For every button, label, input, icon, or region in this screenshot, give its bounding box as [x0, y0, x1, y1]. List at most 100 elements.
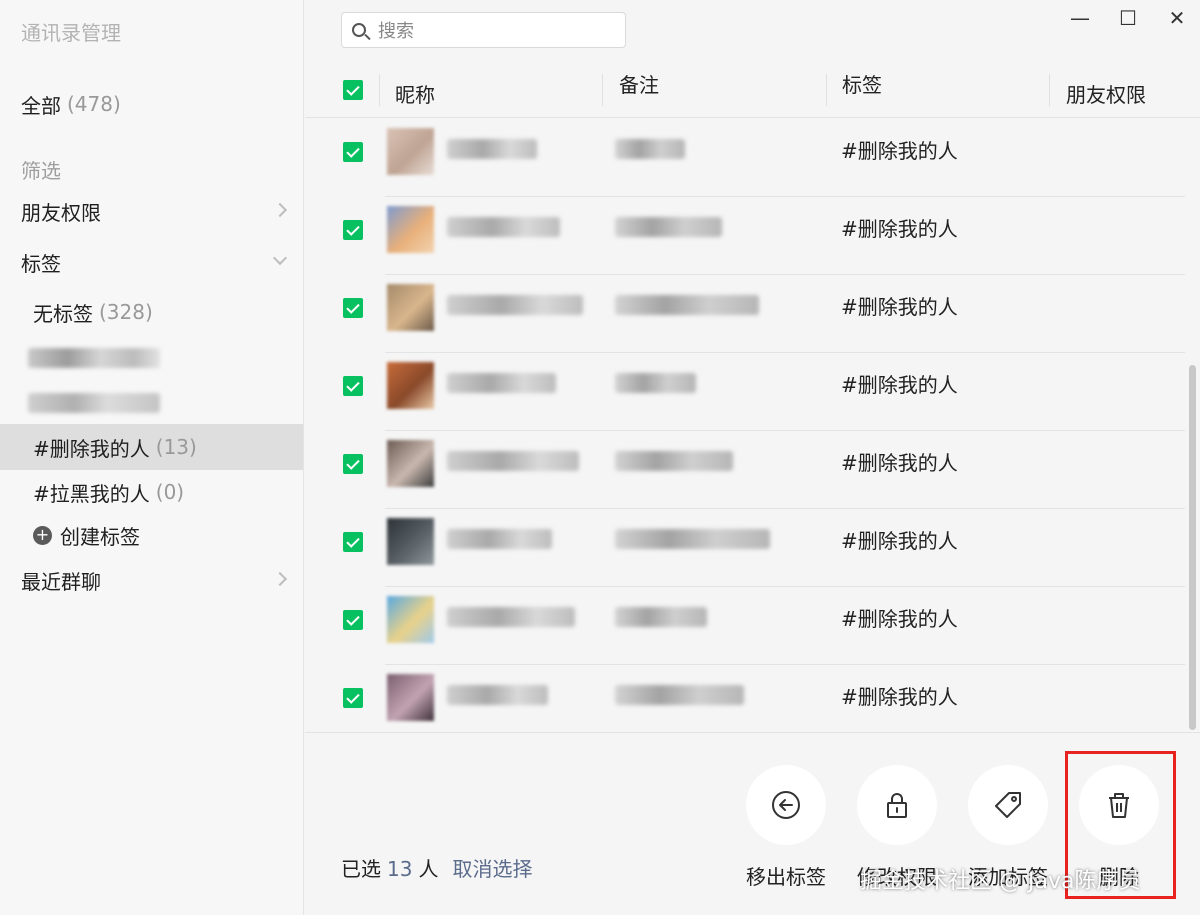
watermark: 掘金技术社区 @ Java陈序员	[860, 869, 1141, 894]
avatar	[387, 440, 434, 487]
row-checkbox[interactable]	[343, 532, 363, 552]
selected-suffix: 人	[418, 857, 439, 881]
sidebar-item-tags[interactable]: 标签	[0, 239, 303, 285]
row-checkbox[interactable]	[343, 142, 363, 162]
action-footer: 已选 13 人取消选择 移出标签 修改权限 添加标签 删除 掘金技术社区 @ J…	[305, 732, 1200, 915]
sidebar-item-all[interactable]: 全部 (478)	[0, 81, 303, 127]
sidebar-item-count: (328)	[99, 300, 153, 324]
close-button[interactable]: ✕	[1162, 6, 1192, 30]
chevron-down-icon	[272, 250, 288, 266]
row-checkbox[interactable]	[343, 220, 363, 240]
row-tag: #删除我的人	[841, 139, 958, 163]
row-checkbox[interactable]	[343, 454, 363, 474]
redacted-remark	[615, 139, 685, 159]
row-tag: #删除我的人	[841, 295, 958, 319]
redacted-nickname	[447, 685, 548, 705]
maximize-button[interactable]: ☐	[1113, 6, 1143, 30]
table-row[interactable]: #删除我的人	[305, 431, 1185, 509]
row-tag: #删除我的人	[841, 607, 958, 631]
create-tag-label: 创建标签	[60, 524, 140, 549]
table-row[interactable]: #删除我的人	[305, 665, 1185, 732]
row-tag: #删除我的人	[841, 451, 958, 475]
row-checkbox[interactable]	[343, 376, 363, 396]
sidebar-item-label: #删除我的人	[33, 436, 150, 461]
sidebar-item-label: 最近群聊	[21, 569, 101, 594]
row-tag: #删除我的人	[841, 217, 958, 241]
sidebar-item-no-tag[interactable]: 无标签 (328)	[0, 289, 303, 335]
redacted-remark	[615, 685, 744, 705]
row-tag: #删除我的人	[841, 685, 958, 709]
avatar	[387, 128, 434, 175]
tag-icon	[995, 792, 1021, 818]
avatar	[387, 206, 434, 253]
sidebar-item-label: 标签	[21, 251, 61, 276]
avatar	[387, 674, 434, 721]
avatar	[387, 518, 434, 565]
sidebar: 通讯录管理 全部 (478) 筛选 朋友权限 标签 无标签 (328) #删除我…	[0, 0, 304, 915]
arrow-left-circle-icon	[772, 791, 800, 819]
create-tag-button[interactable]: + 创建标签	[0, 512, 303, 558]
redacted-remark	[615, 529, 770, 549]
lock-icon	[887, 793, 907, 818]
avatar	[387, 596, 434, 643]
table-row[interactable]: #删除我的人	[305, 587, 1185, 665]
row-checkbox[interactable]	[343, 688, 363, 708]
column-header-tag[interactable]: 标签	[842, 69, 882, 98]
column-header-permission[interactable]: 朋友权限	[1066, 79, 1146, 108]
redacted-nickname	[447, 139, 537, 159]
selected-count: 13	[387, 857, 413, 881]
redacted-nickname	[447, 217, 560, 237]
redacted-nickname	[447, 451, 579, 471]
sidebar-item-recent-groups[interactable]: 最近群聊	[0, 557, 303, 603]
add-tag-circle	[968, 765, 1048, 845]
cancel-selection-link[interactable]: 取消选择	[452, 857, 532, 881]
sidebar-item-blocked-me[interactable]: #拉黑我的人 (0)	[0, 469, 303, 515]
search-input[interactable]: 搜索	[341, 12, 626, 48]
redacted-remark	[615, 607, 707, 627]
select-all-checkbox[interactable]	[343, 80, 363, 100]
chevron-right-icon	[272, 202, 288, 218]
chevron-right-icon	[272, 571, 288, 587]
redacted-nickname	[447, 295, 583, 315]
row-checkbox[interactable]	[343, 610, 363, 630]
redacted-nickname	[447, 607, 575, 627]
minimize-button[interactable]: —	[1065, 6, 1095, 30]
redacted-nickname	[447, 529, 552, 549]
sidebar-item-count: (0)	[155, 480, 185, 504]
column-divider	[826, 74, 827, 106]
table-row[interactable]: #删除我的人	[305, 119, 1185, 197]
create-tag-content: + 创建标签	[0, 521, 140, 550]
remove-tag-button[interactable]: 移出标签	[741, 765, 831, 890]
redacted-tag-item[interactable]	[28, 348, 160, 368]
redacted-tag-item[interactable]	[28, 393, 160, 413]
main-panel: 搜索 — ☐ ✕ 昵称 备注 标签 朋友权限 #删除我的人 #删除我的人 #删除我的…	[305, 0, 1200, 915]
edit-permission-circle	[857, 765, 937, 845]
sidebar-item-friend-permission[interactable]: 朋友权限	[0, 188, 303, 234]
remove-tag-circle	[746, 765, 826, 845]
filter-heading: 筛选	[21, 159, 61, 183]
avatar	[387, 284, 434, 331]
redacted-remark	[615, 217, 722, 237]
search-icon	[352, 23, 366, 37]
table-row[interactable]: #删除我的人	[305, 197, 1185, 275]
table-header: 昵称 备注 标签 朋友权限	[305, 62, 1200, 118]
column-divider	[379, 74, 380, 106]
row-tag: #删除我的人	[841, 529, 958, 553]
table-row[interactable]: #删除我的人	[305, 509, 1185, 587]
plus-icon: +	[33, 525, 52, 545]
table-row[interactable]: #删除我的人	[305, 353, 1185, 431]
row-checkbox[interactable]	[343, 298, 363, 318]
column-header-remark[interactable]: 备注	[619, 69, 659, 98]
scrollbar[interactable]	[1189, 365, 1196, 730]
avatar	[387, 362, 434, 409]
selection-summary: 已选 13 人取消选择	[341, 853, 532, 882]
sidebar-item-count: (13)	[155, 435, 197, 459]
column-header-nickname[interactable]: 昵称	[395, 79, 435, 108]
sidebar-item-delete-me[interactable]: #删除我的人 (13)	[0, 424, 303, 470]
search-placeholder: 搜索	[378, 21, 414, 42]
contact-list: #删除我的人 #删除我的人 #删除我的人 #删除我的人 #删除我的人 #删除我的人 #删除我…	[305, 119, 1185, 732]
table-row[interactable]: #删除我的人	[305, 275, 1185, 353]
sidebar-item-label: 朋友权限	[21, 200, 101, 225]
column-divider	[1049, 74, 1050, 106]
sidebar-item-label: 全部	[21, 93, 61, 118]
